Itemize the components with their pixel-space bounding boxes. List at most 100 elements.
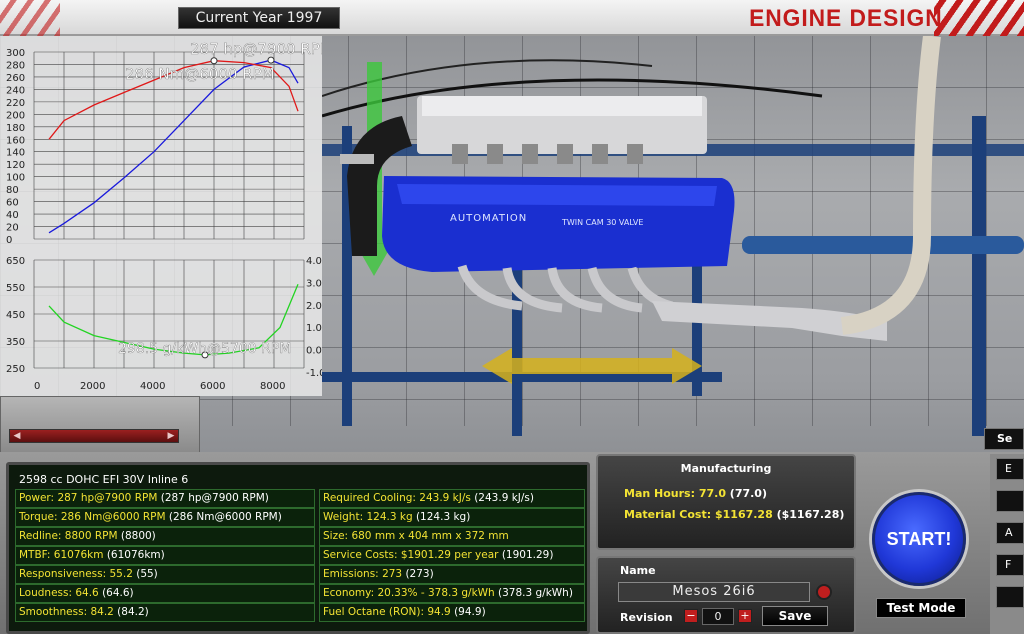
stat-row-left-5: Loudness: 64.6 (64.6) [15,584,315,603]
stat-paren: (55) [132,568,158,580]
x-tick: 6000 [200,381,225,392]
stat-label: Required Cooling: [323,492,420,504]
stat-value: 243.9 kJ/s [419,492,471,504]
right-side-tabs: E AF [990,454,1024,634]
stat-paren: (243.9 kJ/s) [470,492,534,504]
stat-label: Power: [19,492,58,504]
side-tab-top[interactable]: Se [984,428,1024,450]
randomize-name-icon[interactable] [816,584,832,600]
stat-paren: (1901.29) [498,549,554,561]
save-button[interactable]: Save [762,606,828,626]
stat-paren: (64.6) [98,587,134,599]
man-hours-label: Man Hours: [624,487,699,500]
bsfc-min-label: 298.5 g/kWh@5700 RPM [118,341,291,357]
y-tick-top: 60 [6,198,19,209]
y-tick-top: 100 [6,173,25,184]
side-tab-3[interactable]: F [996,554,1024,576]
stat-value: $1901.29 per year [400,549,499,561]
x-tick: 8000 [260,381,285,392]
stat-label: Redline: [19,530,65,542]
stat-paren: (8800) [117,530,156,542]
stat-value: 273 [382,568,403,580]
y-tick-bottom-right: 3.0 [306,278,322,289]
engine-summary-heading: 2598 cc DOHC EFI 30V Inline 6 [19,473,189,486]
engine-3d-view[interactable]: AUTOMATION TWIN CAM 30 VALVE [322,36,1024,436]
top-bar: Current Year 1997 ENGINE DESIGN [0,0,1024,36]
stat-value: 287 hp@7900 RPM [57,492,158,504]
y-tick-top: 140 [6,148,25,159]
performance-graph-panel: 300 280 260 240 220 200 180 160 140 120 100 80 60 40 2… [0,36,322,396]
stat-row-left-4: Responsiveness: 55.2 (55) [15,565,315,584]
graph-options-panel: ◀ ▶ [0,396,200,454]
stat-value: 680 mm x 404 mm x 372 mm [351,530,509,542]
man-hours-value: 77.0 [698,487,726,500]
stat-label: Torque: [19,511,61,523]
manufacturing-panel: Manufacturing Man Hours: 77.0 (77.0) Mat… [596,454,856,550]
stat-row-left-1: Torque: 286 Nm@6000 RPM (286 Nm@6000 RPM… [15,508,315,527]
test-mode-button[interactable]: Test Mode [876,598,966,618]
stat-label: Smoothness: [19,606,91,618]
screen-title: ENGINE DESIGN [749,5,943,32]
power-peak-label: 287 hp@7900 RPM [190,40,322,58]
stat-row-right-1: Weight: 124.3 kg (124.3 kg) [319,508,585,527]
revision-increment-button[interactable]: + [738,609,752,623]
y-tick-top: 180 [6,123,25,134]
stat-label: Weight: [323,511,367,523]
stat-label: Service Costs: [323,549,401,561]
engine-brand-text: AUTOMATION [450,213,527,224]
material-cost-paren: ($1167.28) [772,508,845,521]
stat-paren: (84.2) [113,606,149,618]
y-tick-top: 280 [6,60,25,71]
side-tab-1[interactable] [996,490,1024,512]
revision-label: Revision [620,611,673,624]
stat-value: 64.6 [75,587,99,599]
revision-decrement-button[interactable]: − [684,609,698,623]
slider-right-arrow-icon[interactable]: ▶ [166,431,176,441]
y-tick-bottom-left: 250 [6,364,25,375]
slider-left-arrow-icon[interactable]: ◀ [12,431,22,441]
stat-label: MTBF: [19,549,54,561]
stat-label: Loudness: [19,587,76,599]
y-tick-bottom-left: 450 [6,310,25,321]
start-button[interactable]: START! [872,492,966,586]
y-tick-top: 80 [6,185,19,196]
stat-value: 286 Nm@6000 RPM [60,511,166,523]
y-tick-top: 240 [6,85,25,96]
y-tick-top: 160 [6,135,25,146]
stat-paren: (287 hp@7900 RPM) [157,492,269,504]
side-tab-0[interactable]: E [996,458,1024,480]
stat-value: 55.2 [109,568,133,580]
y-tick-bottom-left: 550 [6,283,25,294]
side-tab-2[interactable]: A [996,522,1024,544]
engine-model-text: TWIN CAM 30 VALVE [561,218,643,227]
y-tick-top: 0 [6,235,12,246]
name-label: Name [620,564,656,577]
torque-peak-label: 286 Nm@6000 RPM [125,65,275,83]
stat-value: 61076km [53,549,104,561]
stat-row-right-2: Size: 680 mm x 404 mm x 372 mm [319,527,585,546]
y-tick-bottom-right: -1.0 [306,368,322,379]
stat-value: 94.9 [427,606,451,618]
current-year-label: Current Year 1997 [178,7,340,29]
side-tab-4[interactable] [996,586,1024,608]
y-tick-bottom-left: 650 [6,256,25,267]
stat-label: Size: [323,530,352,542]
x-tick: 2000 [80,381,105,392]
stat-row-right-0: Required Cooling: 243.9 kJ/s (243.9 kJ/s… [319,489,585,508]
graph-slider[interactable]: ◀ ▶ [9,429,179,443]
material-cost-value: $1167.28 [714,508,773,521]
stat-row-right-3: Service Costs: $1901.29 per year (1901.2… [319,546,585,565]
stat-label: Fuel Octane (RON): [323,606,428,618]
y-tick-top: 120 [6,160,25,171]
material-cost-line: Material Cost: $1167.28 ($1167.28) [624,508,844,521]
man-hours-paren: (77.0) [725,487,767,500]
engine-name-field[interactable]: Mesos 26i6 [618,582,810,602]
y-tick-top: 300 [6,48,25,59]
stat-paren: (124.3 kg) [412,511,471,523]
naming-panel: Name Mesos 26i6 Revision − 0 + Save [596,556,856,634]
stat-paren: (61076km) [103,549,165,561]
stat-row-left-2: Redline: 8800 RPM (8800) [15,527,315,546]
x-tick: 4000 [140,381,165,392]
y-tick-bottom-right: 2.0 [306,301,322,312]
decor-stripes-left [0,0,60,36]
